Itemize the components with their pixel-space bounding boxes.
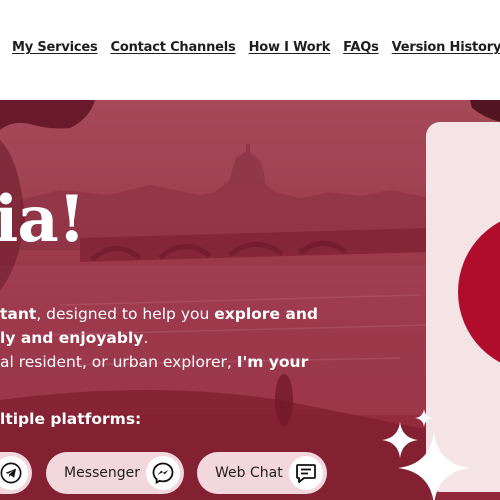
nav-link-faqs[interactable]: FAQs: [343, 40, 379, 55]
large-sparkle-icon: [398, 432, 470, 500]
hero-description: tant, designed to help you explore and l…: [0, 305, 318, 371]
web-chat-button-label: Web Chat: [215, 465, 283, 481]
nav-link-contact-channels[interactable]: Contact Channels: [111, 40, 236, 55]
red-circle-graphic: [458, 212, 500, 372]
messenger-button[interactable]: Messenger: [46, 452, 184, 494]
telegram-icon: [0, 456, 28, 490]
messenger-button-label: Messenger: [64, 465, 141, 481]
messenger-icon: [146, 456, 180, 490]
main-nav: My Services Contact Channels How I Work …: [12, 40, 500, 55]
tiny-sparkle-icon: [415, 409, 433, 427]
top-navigation-bar: My Services Contact Channels How I Work …: [0, 0, 500, 100]
nav-link-how-i-work[interactable]: How I Work: [249, 40, 331, 55]
hero-section: ia! tant, designed to help you explore a…: [0, 100, 500, 500]
chat-icon: [289, 456, 323, 490]
hero-title: ia!: [0, 182, 86, 257]
platforms-heading: ltiple platforms:: [0, 410, 142, 428]
web-chat-button[interactable]: Web Chat: [197, 452, 327, 494]
nav-link-version-history[interactable]: Version History: [392, 40, 500, 55]
nav-link-my-services[interactable]: My Services: [12, 40, 98, 55]
